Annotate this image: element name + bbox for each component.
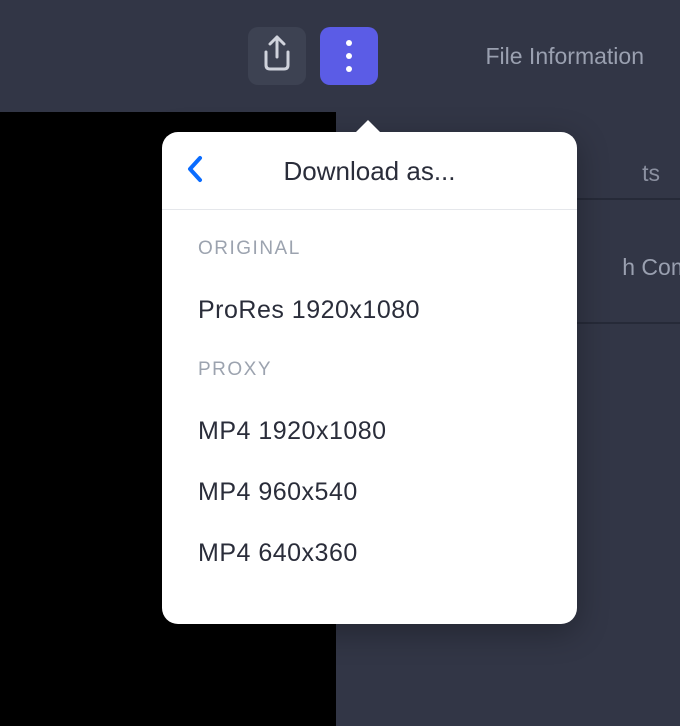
header-button-group: [248, 27, 378, 85]
share-icon: [261, 35, 293, 78]
dropdown-title: Download as...: [182, 156, 557, 187]
download-option-prores-1920x1080[interactable]: ProRes 1920x1080: [198, 280, 541, 341]
share-button[interactable]: [248, 27, 306, 85]
header-bar: File Information: [0, 0, 680, 112]
download-option-mp4-1920x1080[interactable]: MP4 1920x1080: [198, 401, 541, 462]
dropdown-body: ORIGINAL ProRes 1920x1080 PROXY MP4 1920…: [162, 210, 577, 624]
tab-partial-text: ts: [642, 160, 660, 187]
back-button[interactable]: [186, 155, 204, 188]
chevron-left-icon: [186, 155, 204, 188]
file-information-label[interactable]: File Information: [485, 43, 644, 70]
more-vertical-icon: [346, 40, 352, 72]
dropdown-header: Download as...: [162, 132, 577, 210]
more-options-button[interactable]: [320, 27, 378, 85]
section-label-proxy: PROXY: [198, 359, 541, 381]
section-label-original: ORIGINAL: [198, 238, 541, 260]
download-option-mp4-640x360[interactable]: MP4 640x360: [198, 523, 541, 584]
download-dropdown: Download as... ORIGINAL ProRes 1920x1080…: [162, 132, 577, 624]
comments-partial-text: h Com: [622, 254, 680, 281]
download-option-mp4-960x540[interactable]: MP4 960x540: [198, 462, 541, 523]
